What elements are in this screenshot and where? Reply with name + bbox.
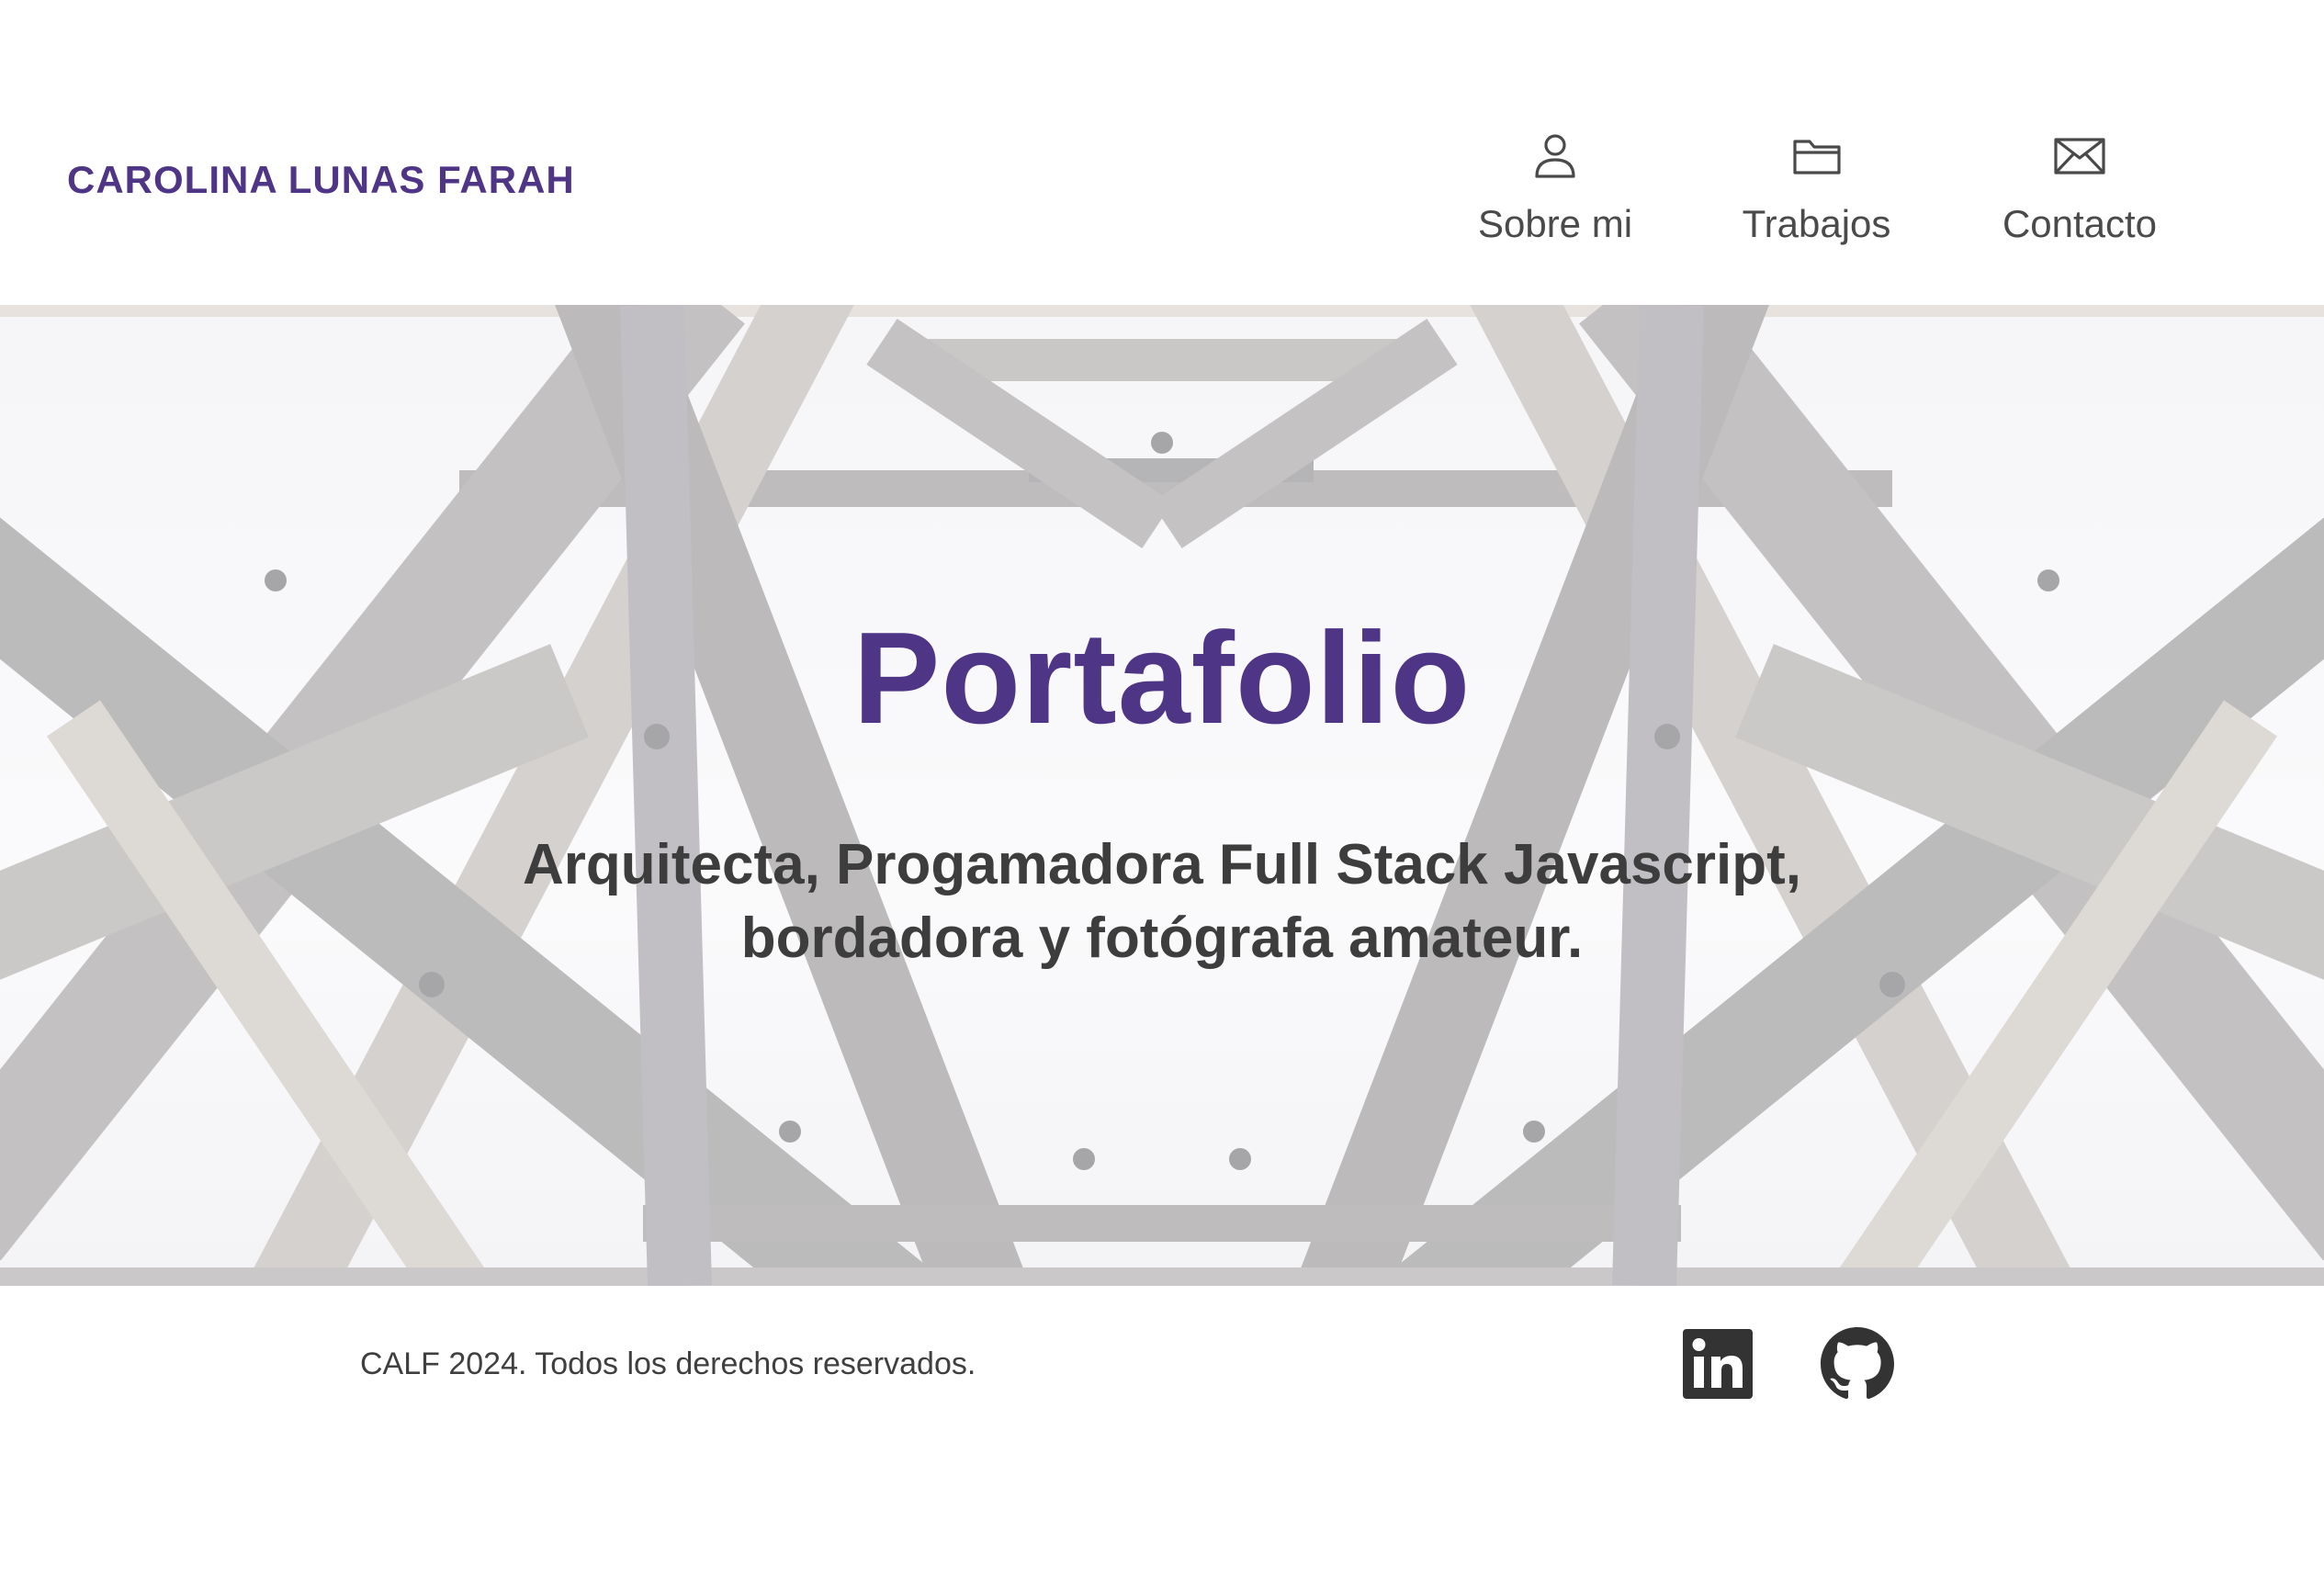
hero-subtitle-line: bordadora y fotógrafa amateur. [740, 907, 1584, 970]
hero-subtitle-line: Arquitecta, Progamadora Full Stack Javas… [522, 833, 1802, 896]
site-footer: CALF 2024. Todos los derechos reservados… [0, 1286, 2324, 1577]
hero-title: Portafolio [852, 605, 1472, 751]
linkedin-icon [1683, 1329, 1753, 1399]
folder-icon [1792, 140, 1841, 175]
hero-subtitle: Arquitecta, Progamadora Full Stack Javas… [427, 828, 1897, 975]
user-icon [1535, 134, 1575, 178]
github-link[interactable] [1821, 1327, 1894, 1401]
nav-item-label: Trabajos [1742, 202, 1891, 245]
nav-item-contacto[interactable]: Contacto [1988, 129, 2172, 246]
nav-item-label: Contacto [2002, 202, 2158, 245]
envelope-icon [2054, 138, 2105, 175]
site-header: CAROLINA LUNAS FARAH Sobre mi Trabajos C… [0, 0, 2324, 305]
github-icon [1821, 1327, 1894, 1400]
nav-item-trabajos[interactable]: Trabajos [1732, 129, 1901, 246]
hero-overlay [0, 305, 2324, 1286]
nav-item-label: Sobre mi [1477, 202, 1633, 245]
copyright-text: CALF 2024. Todos los derechos reservados… [360, 1346, 976, 1381]
main-nav: Sobre mi Trabajos Contacto [0, 129, 2324, 266]
hero-section: Portafolio Arquitecta, Progamadora Full … [0, 305, 2324, 1286]
linkedin-link[interactable] [1681, 1327, 1754, 1401]
nav-item-sobre-mi[interactable]: Sobre mi [1463, 129, 1647, 246]
page: CAROLINA LUNAS FARAH Sobre mi Trabajos C… [0, 0, 2324, 1577]
